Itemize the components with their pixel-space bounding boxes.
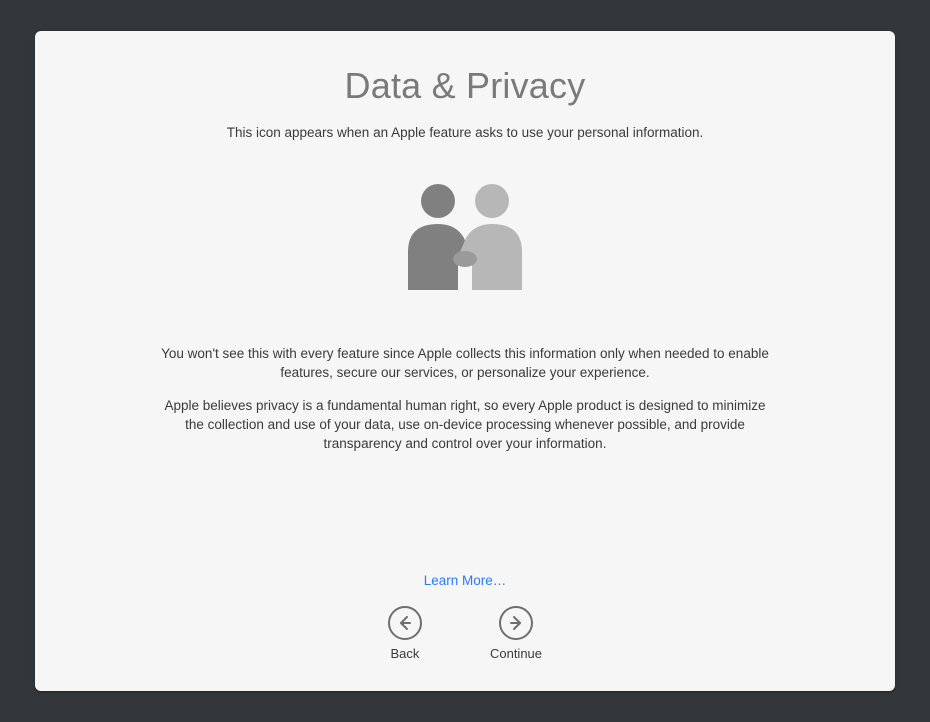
subtitle-text: This icon appears when an Apple feature … [227, 125, 704, 140]
learn-more-link[interactable]: Learn More… [420, 569, 511, 592]
continue-button[interactable]: Continue [486, 602, 546, 665]
arrow-right-icon [499, 606, 533, 640]
setup-panel: Data & Privacy This icon appears when an… [35, 31, 895, 691]
body-paragraph-1: You won't see this with every feature si… [155, 345, 775, 383]
page-title: Data & Privacy [345, 65, 586, 107]
arrow-left-icon [388, 606, 422, 640]
privacy-handshake-icon [390, 180, 540, 305]
nav-row: Back Continue [384, 602, 546, 665]
continue-label: Continue [490, 646, 542, 661]
body-paragraph-2: Apple believes privacy is a fundamental … [155, 397, 775, 454]
back-button[interactable]: Back [384, 602, 426, 665]
back-label: Back [391, 646, 420, 661]
